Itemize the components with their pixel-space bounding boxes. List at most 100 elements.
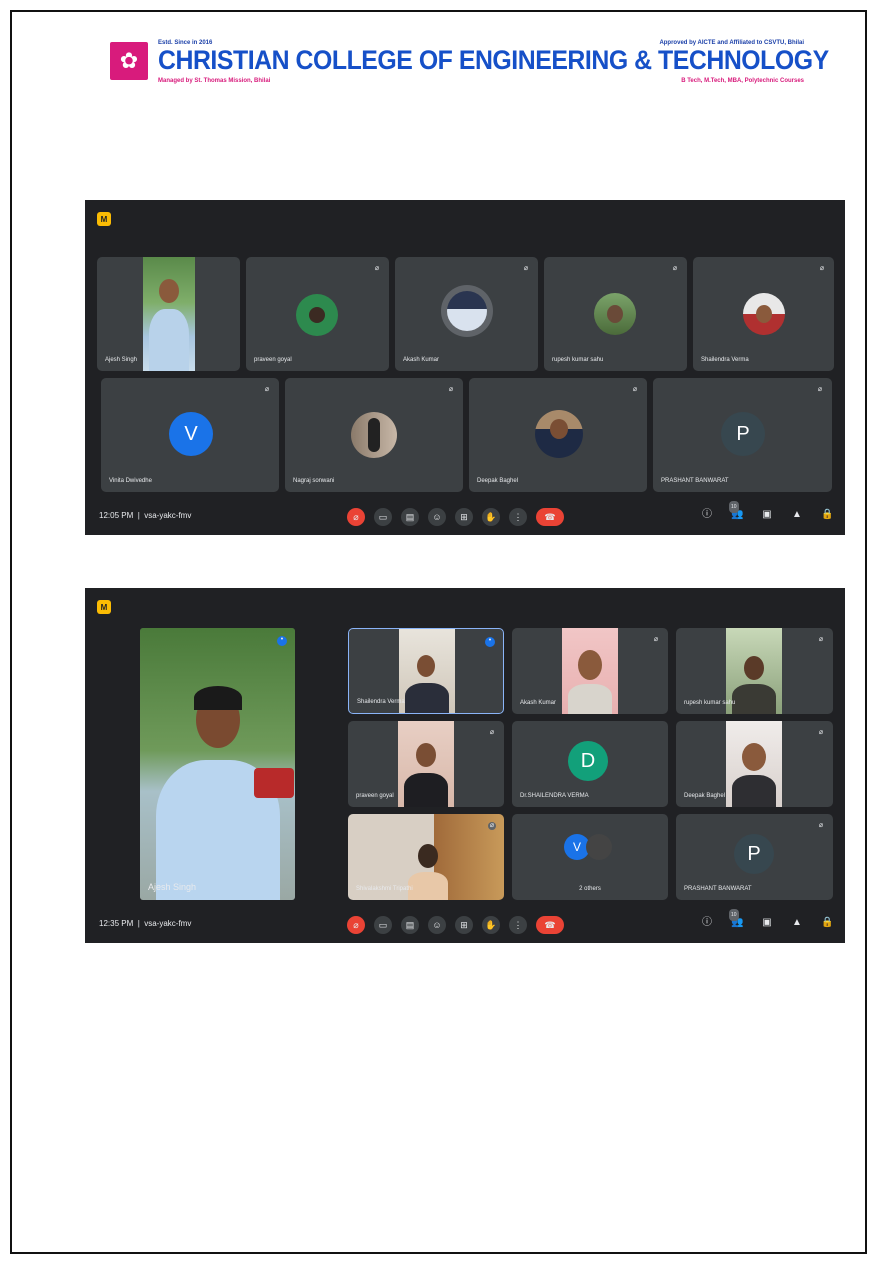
participant-name: praveen goyal [356, 793, 394, 799]
participant-name: rupesh kumar sahu [684, 700, 736, 706]
participant-tile[interactable]: ⌀ Akash Kumar [395, 257, 538, 371]
info-icon[interactable]: ⓘ [701, 509, 713, 521]
participant-video [398, 721, 454, 807]
participant-count-badge: 10 [729, 501, 739, 513]
mic-off-icon: ⌀ [653, 636, 659, 643]
participant-tile[interactable]: ⌀ praveen goyal [246, 257, 389, 371]
participant-video [562, 628, 618, 714]
avatar-letter: V [169, 412, 213, 456]
mic-off-icon: ⌀ [264, 386, 270, 393]
emoji-icon[interactable]: ☺ [428, 508, 446, 526]
present-icon[interactable]: ⊞ [455, 508, 473, 526]
avatar-letter: P [721, 412, 765, 456]
mic-off-icon[interactable]: ⌀ [347, 916, 365, 934]
people-icon[interactable]: 10 👥 [729, 501, 743, 521]
end-call-icon[interactable]: ☎ [536, 508, 564, 526]
avatar [296, 294, 338, 336]
avatar [535, 410, 583, 458]
call-controls: ⌀ ▭ ▤ ☺ ⊞ ✋ ⋮ ☎ [347, 507, 564, 527]
participant-name: Shivalakshmi Tripathi [356, 886, 413, 892]
speaking-indicator-icon: • [485, 637, 495, 647]
mic-off-icon: ⌀ [489, 729, 495, 736]
participant-tile[interactable]: ⌀ P PRASHANT BANWARAT [676, 814, 833, 900]
participant-name: 2 others [579, 886, 601, 892]
host-controls-icon[interactable]: 🔒 [821, 509, 833, 521]
participant-tile[interactable]: ⌀ V Vinita Dwivedhe [101, 378, 279, 492]
chat-icon[interactable]: ▣ [761, 509, 773, 521]
participant-tile[interactable]: ⌀ rupesh kumar sahu [676, 628, 833, 714]
mic-off-icon: ⌀ [818, 636, 824, 643]
participant-tile[interactable]: ⌀ P PRASHANT BANWARAT [653, 378, 832, 492]
mic-off-icon: ⌀ [448, 386, 454, 393]
participant-tile[interactable]: ⌀ Shivalakshmi Tripathi [348, 814, 504, 900]
participant-tile[interactable]: V 2 others [512, 814, 668, 900]
speaking-indicator-icon: • [277, 636, 287, 646]
mic-off-icon: ⌀ [523, 265, 529, 272]
avatar [441, 285, 493, 337]
meeting-time: 12:05 PM | vsa-yakc-fmv [99, 511, 192, 520]
participant-video [143, 257, 195, 371]
participant-name: PRASHANT BANWARAT [661, 478, 729, 484]
captions-icon[interactable]: ▤ [401, 916, 419, 934]
raise-hand-icon[interactable]: ✋ [482, 916, 500, 934]
participant-name: Deepak Baghel [684, 793, 726, 799]
featured-participant-tile[interactable]: • Ajesh Singh [140, 628, 295, 900]
camera-icon[interactable]: ▭ [374, 508, 392, 526]
mic-off-icon: ⌀ [819, 265, 825, 272]
meet-control-bar: 12:05 PM | vsa-yakc-fmv ⌀ ▭ ▤ ☺ ⊞ ✋ ⋮ ☎ … [85, 499, 845, 535]
participant-tile[interactable]: D Dr.SHAILENDRA VERMA [512, 721, 668, 807]
participant-name: Vinita Dwivedhe [109, 478, 152, 484]
mic-off-icon: ⌀ [488, 822, 496, 830]
participant-tile[interactable]: ⌀ Deepak Baghel [469, 378, 647, 492]
participant-name: PRASHANT BANWARAT [684, 886, 752, 892]
participant-name: Nagraj sonwani [293, 478, 335, 484]
participant-tile[interactable]: ⌀ Nagraj sonwani [285, 378, 463, 492]
participant-name: Akash Kumar [520, 700, 557, 706]
participant-tile[interactable]: • Shailendra Verma [348, 628, 504, 714]
participant-name: Ajesh Singh [148, 882, 197, 892]
captions-icon[interactable]: ▤ [401, 508, 419, 526]
mic-off-icon: ⌀ [672, 265, 678, 272]
avatar-letter: D [568, 741, 608, 781]
avatar [594, 293, 636, 335]
participant-tile[interactable]: ⌀ rupesh kumar sahu [544, 257, 687, 371]
college-name: CHRISTIAN COLLEGE OF ENGINEERING & TECHN… [158, 45, 829, 75]
chat-icon[interactable]: ▣ [761, 917, 773, 929]
meet-control-bar: 12:35 PM | vsa-yakc-fmv ⌀ ▭ ▤ ☺ ⊞ ✋ ⋮ ☎ … [85, 907, 845, 943]
people-icon[interactable]: 10 👥 [729, 909, 743, 929]
participant-name: rupesh kumar sahu [552, 357, 604, 363]
present-icon[interactable]: ⊞ [455, 916, 473, 934]
host-controls-icon[interactable]: 🔒 [821, 917, 833, 929]
participant-video [399, 629, 455, 713]
more-vert-icon[interactable]: ⋮ [509, 916, 527, 934]
meeting-side-controls: ⓘ 10 👥 ▣ ▲ 🔒 [701, 909, 833, 929]
participant-count-badge: 10 [729, 909, 739, 921]
activities-icon[interactable]: ▲ [791, 509, 803, 521]
participant-name: Shailendra Verma [357, 699, 405, 705]
meet-screenshot-2: M • Ajesh Singh • Shailendra Verma ⌀ Aka… [85, 588, 845, 943]
mic-off-icon: ⌀ [817, 386, 823, 393]
avatar-letter: P [734, 834, 774, 874]
avatar [351, 412, 397, 458]
participant-tile[interactable]: ⌀ praveen goyal [348, 721, 504, 807]
more-vert-icon[interactable]: ⋮ [509, 508, 527, 526]
emoji-icon[interactable]: ☺ [428, 916, 446, 934]
mic-off-icon: ⌀ [818, 822, 824, 829]
participant-tile[interactable]: ⌀ Deepak Baghel [676, 721, 833, 807]
camera-icon[interactable]: ▭ [374, 916, 392, 934]
college-header: ✿ Estd. Since in 2016 Approved by AICTE … [110, 38, 829, 88]
raise-hand-icon[interactable]: ✋ [482, 508, 500, 526]
participant-name: Ajesh Singh [105, 357, 138, 363]
participant-tile[interactable]: ⌀ Shailendra Verma [693, 257, 834, 371]
end-call-icon[interactable]: ☎ [536, 916, 564, 934]
participant-tile[interactable]: Ajesh Singh [97, 257, 240, 371]
participant-tile[interactable]: ⌀ Akash Kumar [512, 628, 668, 714]
participant-name: Deepak Baghel [477, 478, 519, 484]
managed-by-text: Managed by St. Thomas Mission, Bhilai [158, 78, 271, 84]
meet-screenshot-1: M Ajesh Singh ⌀ praveen goyal ⌀ Akash Ku… [85, 200, 845, 535]
meeting-side-controls: ⓘ 10 👥 ▣ ▲ 🔒 [701, 501, 833, 521]
info-icon[interactable]: ⓘ [701, 917, 713, 929]
mic-off-icon[interactable]: ⌀ [347, 508, 365, 526]
activities-icon[interactable]: ▲ [791, 917, 803, 929]
avatar [743, 293, 785, 335]
